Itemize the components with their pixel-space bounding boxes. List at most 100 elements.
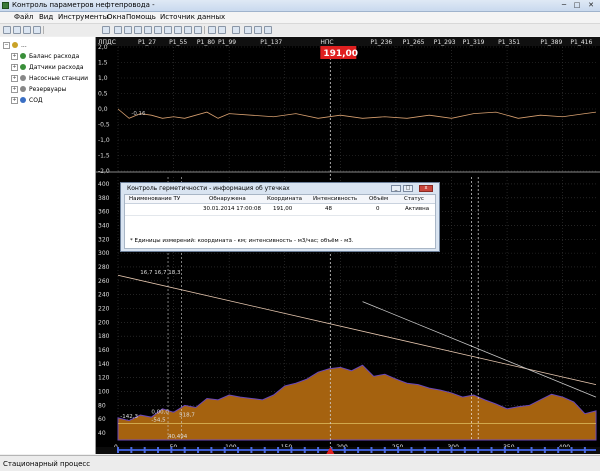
- top-axis-label: P1_416: [570, 39, 592, 46]
- layout-icon[interactable]: [244, 26, 252, 34]
- tree-item-balance[interactable]: + Баланс расхода: [0, 52, 95, 61]
- elevation-profile-area: [117, 364, 597, 441]
- zoom-area-icon[interactable]: [144, 26, 152, 34]
- expand-icon[interactable]: +: [11, 53, 18, 60]
- grid-icon[interactable]: [33, 26, 41, 34]
- tree-item-tanks[interactable]: + Резервуары: [0, 85, 95, 94]
- expand-icon[interactable]: +: [11, 75, 18, 82]
- header-detected[interactable]: Обнаружена: [209, 196, 246, 202]
- tank-icon: [20, 86, 26, 92]
- monitor-icon[interactable]: [264, 26, 272, 34]
- table-icon[interactable]: [208, 26, 216, 34]
- tree-item-sod[interactable]: + СОД: [0, 96, 95, 105]
- minimize-button[interactable]: ─: [558, 1, 570, 9]
- pipeline-segment-marker: [157, 447, 160, 453]
- pipeline-segment-marker: [117, 447, 119, 453]
- pipeline-segment-marker: [557, 447, 560, 453]
- zoom-y-icon[interactable]: [164, 26, 172, 34]
- zoom-out-icon[interactable]: [124, 26, 132, 34]
- series-line: [117, 108, 597, 119]
- header-coordinate[interactable]: Координата: [267, 196, 302, 202]
- collapse-icon[interactable]: −: [3, 42, 10, 49]
- chart-icon[interactable]: [102, 26, 110, 34]
- menu-data-source[interactable]: Источник данных: [160, 13, 225, 21]
- y-tick-label: 300: [98, 250, 110, 257]
- pipeline-segment-marker: [263, 447, 266, 453]
- menu-help[interactable]: Помощь: [126, 13, 156, 21]
- dropdown-icon[interactable]: [232, 26, 240, 34]
- menu-file[interactable]: Файл: [14, 13, 33, 21]
- cell-volume: 0: [376, 206, 380, 212]
- title-bar: Контроль параметров нефтепровода - ─ □ ✕: [0, 0, 600, 12]
- zoom-in-icon[interactable]: [114, 26, 122, 34]
- export-icon[interactable]: [194, 26, 202, 34]
- pipeline-segment-marker: [583, 447, 586, 453]
- leak-info-dialog[interactable]: Контроль герметичности - информация об у…: [120, 182, 440, 252]
- menu-windows[interactable]: Окна: [107, 13, 126, 21]
- dialog-title: Контроль герметичности - информация об у…: [127, 185, 290, 192]
- tree-item-label: Насосные станции: [29, 75, 88, 82]
- dialog-minimize-button[interactable]: _: [391, 185, 401, 192]
- menu-tools[interactable]: Инструменты: [58, 13, 108, 21]
- expand-icon[interactable]: +: [11, 64, 18, 71]
- y-tick-label: 320: [98, 236, 110, 243]
- pipeline-segment-marker: [130, 447, 133, 453]
- pipeline-segment-marker: [223, 447, 226, 453]
- refresh-icon[interactable]: [174, 26, 182, 34]
- help-icon[interactable]: [218, 26, 226, 34]
- top-axis-label: P1_137: [260, 39, 282, 46]
- settings-icon[interactable]: [184, 26, 192, 34]
- annotation-label: -0,16: [131, 111, 146, 117]
- menu-bar: Файл Вид Инструменты Окна Помощь Источни…: [0, 12, 600, 24]
- top-axis-label: P1_265: [403, 39, 425, 46]
- header-status[interactable]: Статус: [404, 196, 424, 202]
- sensor-icon: [20, 64, 26, 70]
- y-tick-label: 1,0: [98, 75, 108, 82]
- open-icon[interactable]: [3, 26, 11, 34]
- pipeline-segment-marker: [423, 447, 426, 453]
- y-tick-label: 0,5: [98, 91, 108, 98]
- y-tick-label: 260: [98, 278, 110, 285]
- pipeline-segment-marker: [503, 447, 506, 453]
- pipeline-segment-marker: [463, 447, 466, 453]
- annotation-label: 40,494: [168, 434, 188, 440]
- object-tree: − ... + Баланс расхода + Датчики расхода…: [0, 37, 96, 454]
- top-axis-label: P1_236: [370, 39, 392, 46]
- expand-icon[interactable]: +: [11, 97, 18, 104]
- header-intensity[interactable]: Интенсивность: [313, 196, 357, 202]
- menu-view[interactable]: Вид: [39, 13, 53, 21]
- y-tick-label: 200: [98, 319, 110, 326]
- expand-icon[interactable]: +: [11, 86, 18, 93]
- maximize-button[interactable]: □: [571, 1, 583, 9]
- tree-item-flow-sensors[interactable]: + Датчики расхода: [0, 63, 95, 72]
- print-icon[interactable]: [23, 26, 31, 34]
- pipeline-segment-marker: [170, 447, 173, 453]
- annotation-label: -54,5: [151, 417, 166, 423]
- zoom-x-icon[interactable]: [154, 26, 162, 34]
- tree-item-label: Датчики расхода: [29, 64, 84, 71]
- status-bar: Стационарный процесс: [0, 455, 600, 471]
- units-note: * Единицы измерений: координата - км; ин…: [130, 238, 354, 244]
- y-tick-label: -1,0: [98, 137, 110, 144]
- tree-item-label: Баланс расхода: [29, 53, 80, 60]
- y-tick-label: 2,0: [98, 44, 108, 51]
- header-volume[interactable]: Объём: [369, 196, 388, 202]
- app-icon: [2, 2, 9, 9]
- dialog-close-button[interactable]: x: [419, 185, 433, 192]
- dialog-maximize-button[interactable]: □: [403, 185, 413, 192]
- status-text: Стационарный процесс: [3, 460, 91, 468]
- pipeline-segment-marker: [570, 447, 573, 453]
- pipeline-segment-marker: [437, 447, 440, 453]
- y-tick-label: 240: [98, 292, 110, 299]
- y-tick-label: 100: [98, 389, 110, 396]
- close-button[interactable]: ✕: [585, 1, 597, 9]
- zoom-fit-icon[interactable]: [134, 26, 142, 34]
- window-icon[interactable]: [254, 26, 262, 34]
- save-icon[interactable]: [13, 26, 21, 34]
- y-tick-label: 360: [98, 209, 110, 216]
- pipeline-segment-marker: [543, 447, 546, 453]
- tree-item-pump-stations[interactable]: + Насосные станции: [0, 74, 95, 83]
- header-tu-name[interactable]: Наименование ТУ: [129, 196, 180, 202]
- y-tick-label: 280: [98, 264, 110, 271]
- y-tick-label: 340: [98, 222, 110, 229]
